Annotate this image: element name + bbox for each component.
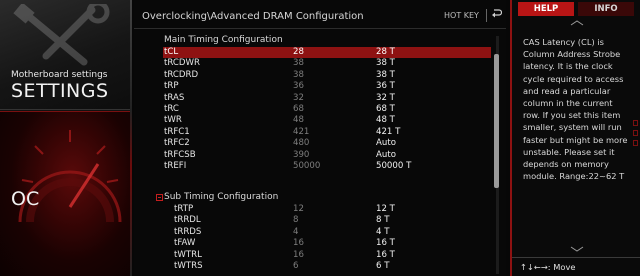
- breadcrumb: Overclocking\Advanced DRAM Configuration: [142, 11, 364, 22]
- timing-row-tfaw[interactable]: tFAW 16 16 T: [173, 238, 491, 249]
- help-footer: ↑↓←→: Move: [520, 262, 576, 272]
- timing-row-trefi[interactable]: tREFI 50000 50000 T: [163, 161, 491, 172]
- timing-current-value: 28: [293, 47, 304, 57]
- left-sidebar: Motherboard settings SETTINGS OC: [0, 0, 132, 276]
- timing-row-trcdwr[interactable]: tRCDWR 38 38 T: [163, 58, 491, 69]
- tab-info[interactable]: INFO: [578, 2, 634, 16]
- timing-label: tRFCSB: [164, 149, 196, 160]
- timing-label: tWTRL: [174, 249, 202, 260]
- timing-label: tRP: [164, 81, 179, 92]
- timing-set-value: 50000 T: [376, 161, 412, 171]
- timing-row-trc[interactable]: tRC 68 68 T: [163, 104, 491, 115]
- hotkey-button[interactable]: HOT KEY: [444, 11, 479, 20]
- timing-current-value: 36: [293, 81, 304, 92]
- timing-set-value: 68 T: [376, 104, 395, 114]
- timing-current-value: 4: [293, 226, 299, 237]
- timing-set-value: Auto: [376, 149, 396, 160]
- timing-set-value: 6 T: [376, 261, 390, 271]
- timing-row-trrdl[interactable]: tRRDL 8 8 T: [173, 215, 491, 226]
- timing-set-value: 16 T: [376, 249, 395, 260]
- timing-row-trcdrd[interactable]: tRCDRD 38 38 T: [163, 70, 491, 81]
- timing-set-value: 4 T: [376, 226, 390, 237]
- main-timing-title: Main Timing Configuration: [164, 35, 283, 45]
- help-footer-divider: [512, 257, 640, 258]
- scrollbar-thumb[interactable]: [494, 54, 499, 188]
- timing-set-value: 32 T: [376, 92, 395, 103]
- timing-row-twtrs[interactable]: tWTRS 6 6 T: [173, 261, 491, 272]
- timing-current-value: 16: [293, 249, 304, 260]
- help-text: CAS Latency (CL) is Column Address Strob…: [523, 37, 628, 182]
- main-panel: Overclocking\Advanced DRAM Configuration…: [134, 0, 506, 276]
- sidebar-divider: [130, 0, 132, 276]
- header-divider: [134, 28, 506, 29]
- timing-current-value: 480: [293, 138, 310, 149]
- tab-help[interactable]: HELP: [518, 2, 574, 16]
- timing-set-value: 38 T: [376, 69, 395, 80]
- timing-set-value: 36 T: [376, 81, 395, 92]
- timing-label: tRRDL: [174, 215, 201, 226]
- timing-current-value: 390: [293, 149, 310, 160]
- sub-timing-title[interactable]: Sub Timing Configuration: [164, 192, 278, 202]
- timing-current-value: 68: [293, 104, 304, 114]
- timing-row-tras[interactable]: tRAS 32 32 T: [163, 93, 491, 104]
- header-separator: [486, 9, 487, 22]
- back-arrow-icon[interactable]: [491, 8, 502, 20]
- timing-row-trp[interactable]: tRP 36 36 T: [163, 81, 491, 92]
- collapse-icon[interactable]: [156, 194, 163, 201]
- oc-tile[interactable]: OC: [0, 111, 132, 276]
- settings-tile[interactable]: Motherboard settings SETTINGS: [0, 0, 132, 110]
- timing-label: tRC: [164, 104, 179, 114]
- scroll-up-icon[interactable]: [570, 20, 584, 26]
- timing-row-trrds[interactable]: tRRDS 4 4 T: [173, 227, 491, 238]
- timing-label: tRFC2: [164, 138, 190, 149]
- help-tabs: HELP INFO: [512, 0, 640, 18]
- timing-label: tRFC1: [164, 126, 190, 137]
- timing-label: tREFI: [164, 161, 187, 171]
- timing-row-twr[interactable]: tWR 48 48 T: [163, 115, 491, 126]
- timing-current-value: 16: [293, 238, 304, 249]
- timing-label: tRTP: [174, 204, 194, 214]
- timing-label: tFAW: [174, 238, 196, 249]
- timing-label: tWTRS: [174, 261, 203, 271]
- settings-subtitle: Motherboard settings: [11, 70, 108, 80]
- timing-set-value: 28 T: [376, 47, 395, 57]
- settings-title: SETTINGS: [11, 80, 109, 102]
- timing-set-value: 16 T: [376, 238, 395, 249]
- timing-current-value: 32: [293, 92, 304, 103]
- timing-set-value: 421 T: [376, 126, 401, 137]
- timing-row-trfc1[interactable]: tRFC1 421 421 T: [163, 127, 491, 138]
- timing-row-trfc2[interactable]: tRFC2 480 Auto: [163, 138, 491, 149]
- help-panel: HELP INFO CAS Latency (CL) is Column Add…: [510, 0, 640, 276]
- tools-icon: [13, 4, 110, 66]
- panel-edge-marks: [633, 120, 640, 160]
- timing-current-value: 38: [293, 58, 304, 69]
- timing-current-value: 421: [293, 126, 310, 137]
- timing-label: tRRDS: [174, 226, 202, 237]
- timing-label: tRCDRD: [164, 69, 199, 80]
- timing-label: tRCDWR: [164, 58, 200, 69]
- timing-set-value: 48 T: [376, 115, 395, 126]
- timing-current-value: 12: [293, 204, 304, 214]
- timing-label: tRAS: [164, 92, 185, 103]
- timing-current-value: 8: [293, 215, 299, 226]
- timing-set-value: 12 T: [376, 204, 395, 214]
- timing-set-value: Auto: [376, 138, 396, 149]
- timing-row-trfcsb[interactable]: tRFCSB 390 Auto: [163, 150, 491, 161]
- timing-row-tcl[interactable]: tCL 28 28 T: [163, 47, 491, 58]
- timing-label: tWR: [164, 115, 182, 126]
- oc-title: OC: [11, 188, 40, 210]
- timing-current-value: 50000: [293, 161, 321, 171]
- timing-set-value: 38 T: [376, 58, 395, 69]
- scroll-down-icon[interactable]: [570, 246, 584, 252]
- timing-current-value: 38: [293, 69, 304, 80]
- timing-row-twtrl[interactable]: tWTRL 16 16 T: [173, 250, 491, 261]
- timing-set-value: 8 T: [376, 215, 390, 226]
- timing-current-value: 6: [293, 261, 299, 271]
- timing-row-trtp[interactable]: tRTP 12 12 T: [173, 204, 491, 215]
- timing-current-value: 48: [293, 115, 304, 126]
- timing-label: tCL: [164, 47, 179, 57]
